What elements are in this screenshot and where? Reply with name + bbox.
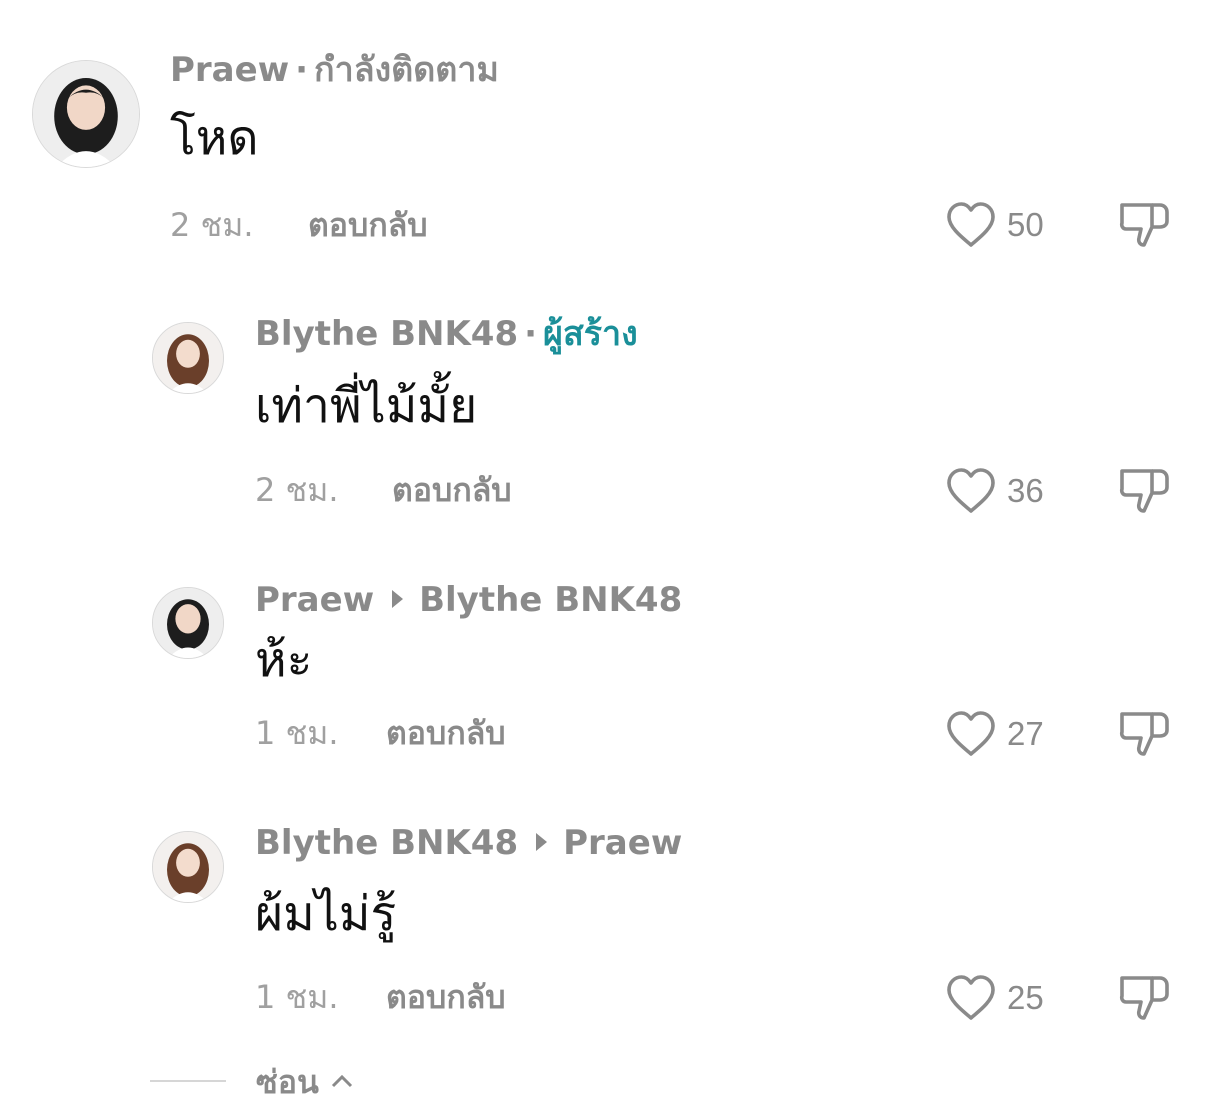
thread-divider <box>150 1080 226 1082</box>
reply-button[interactable]: ตอบกลับ <box>386 977 506 1017</box>
reply-to-name[interactable]: Praew <box>563 823 682 863</box>
comment-timestamp: 1 ชม. <box>255 978 339 1016</box>
hide-replies-label: ซ่อน <box>256 1063 319 1101</box>
dislike-button[interactable] <box>1116 970 1172 1024</box>
like-count: 25 <box>1007 979 1044 1016</box>
avatar-image <box>153 832 223 902</box>
heart-outline-icon <box>947 975 995 1020</box>
comment-header: Blythe BNK48 Praew <box>255 823 682 863</box>
avatar[interactable] <box>152 831 224 903</box>
caret-right-icon <box>536 833 548 851</box>
thumbs-down-icon <box>1119 976 1169 1020</box>
hide-replies-button[interactable]: ซ่อน <box>256 1062 354 1102</box>
reply-item: Blythe BNK48 Praew ผ้มไม่รู้ 1 ชม. ตอบกลั… <box>0 0 1211 1040</box>
chevron-up-icon <box>331 1074 353 1088</box>
comment-text: ผ้มไม่รู้ <box>255 886 397 942</box>
like-button[interactable]: 25 <box>945 972 1044 1024</box>
author-name[interactable]: Blythe BNK48 <box>255 823 518 863</box>
